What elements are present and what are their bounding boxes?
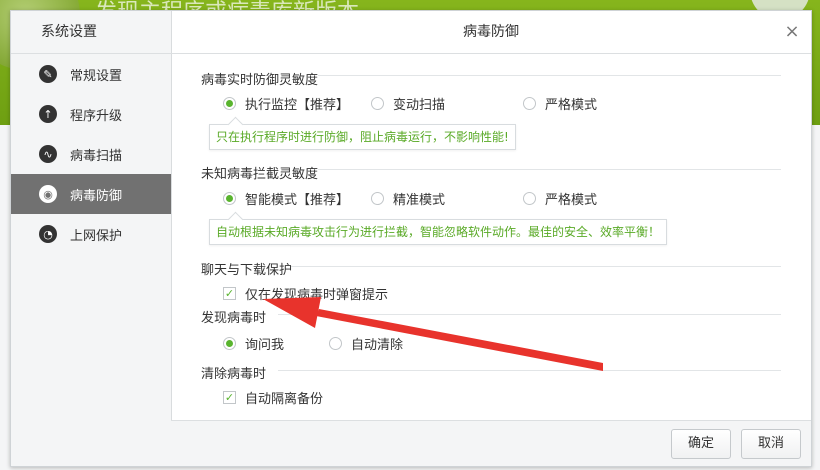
- checkbox-box[interactable]: ✓: [223, 391, 236, 404]
- radio-label: 询问我: [245, 338, 285, 353]
- eye-icon: ◉: [39, 185, 57, 203]
- ok-button[interactable]: 确定: [671, 429, 731, 459]
- checkbox-box[interactable]: ✓: [223, 287, 236, 300]
- sidebar-item-2[interactable]: ∿ 病毒扫描: [11, 134, 171, 174]
- unknown-section-title: 未知病毒拦截灵敏度: [201, 167, 319, 182]
- close-icon[interactable]: ×: [783, 23, 801, 41]
- divider: [318, 169, 781, 170]
- sidebar-item-4[interactable]: ◔ 上网保护: [11, 214, 171, 254]
- unknown-option-2[interactable]: 严格模式: [523, 189, 597, 208]
- realtime-tip: 只在执行程序时进行防御，阻止病毒运行，不影响性能!: [209, 124, 516, 150]
- sidebar-item-0[interactable]: ✎ 常规设置: [11, 54, 171, 94]
- settings-dialog: 系统设置 ✎ 常规设置 ↑ 程序升级 ∿ 病毒扫描 ◉ 病毒防御 ◔ 上网保护 病毒防御 × 病毒…: [10, 10, 812, 467]
- found-option-1[interactable]: 自动清除: [329, 334, 403, 353]
- clean-section-title: 清除病毒时: [201, 367, 267, 382]
- radio-dot[interactable]: [523, 97, 536, 110]
- unknown-tip: 自动根据未知病毒攻击行为进行拦截，智能忽略软件动作。最佳的安全、效率平衡！: [209, 219, 668, 245]
- pulse-icon: ∿: [39, 145, 57, 163]
- divider: [291, 266, 781, 267]
- divider: [318, 75, 781, 76]
- sidebar-item-label: 程序升级: [70, 108, 123, 124]
- sidebar-item-label: 病毒扫描: [70, 148, 123, 164]
- realtime-section-title: 病毒实时防御灵敏度: [201, 73, 319, 88]
- radio-dot[interactable]: [223, 337, 236, 350]
- wrench-icon: ✎: [39, 65, 57, 83]
- page-title: 病毒防御: [171, 11, 811, 54]
- sidebar-item-3[interactable]: ◉ 病毒防御: [11, 174, 171, 214]
- realtime-option-0[interactable]: 执行监控【推荐】: [223, 94, 349, 113]
- realtime-option-1[interactable]: 变动扫描: [371, 94, 445, 113]
- radio-label: 执行监控【推荐】: [245, 98, 350, 113]
- radio-dot[interactable]: [329, 337, 342, 350]
- sidebar-item-label: 上网保护: [70, 228, 123, 244]
- checkbox-label: 仅在发现病毒时弹窗提示: [245, 288, 389, 303]
- divider: [278, 370, 781, 371]
- found-option-0[interactable]: 询问我: [223, 334, 284, 353]
- radio-dot[interactable]: [523, 192, 536, 205]
- unknown-option-1[interactable]: 精准模式: [371, 189, 445, 208]
- radio-label: 精准模式: [393, 193, 446, 208]
- radio-label: 变动扫描: [393, 98, 446, 113]
- sidebar-item-1[interactable]: ↑ 程序升级: [11, 94, 171, 134]
- radio-dot[interactable]: [371, 97, 384, 110]
- dialog-footer: 确定 取消: [171, 420, 811, 466]
- settings-main: 病毒防御 × 病毒实时防御灵敏度 执行监控【推荐】 变动扫描 严格模式 只在执行程序…: [171, 11, 811, 466]
- radio-dot[interactable]: [371, 192, 384, 205]
- auto-backup-checkbox[interactable]: ✓ 自动隔离备份: [223, 388, 323, 407]
- wifi-icon: ◔: [39, 225, 57, 243]
- divider: [278, 314, 781, 315]
- radio-dot[interactable]: [223, 192, 236, 205]
- sidebar-title: 系统设置: [11, 11, 171, 54]
- cancel-button[interactable]: 取消: [741, 429, 801, 459]
- radio-label: 严格模式: [545, 98, 598, 113]
- popup-only-checkbox[interactable]: ✓ 仅在发现病毒时弹窗提示: [223, 284, 388, 303]
- radio-dot[interactable]: [223, 97, 236, 110]
- radio-label: 严格模式: [545, 193, 598, 208]
- sidebar-item-label: 常规设置: [70, 68, 123, 84]
- upload-arrow-icon: ↑: [39, 105, 57, 123]
- radio-label: 自动清除: [351, 338, 404, 353]
- realtime-option-2[interactable]: 严格模式: [523, 94, 597, 113]
- checkbox-label: 自动隔离备份: [245, 392, 324, 407]
- settings-sidebar: 系统设置 ✎ 常规设置 ↑ 程序升级 ∿ 病毒扫描 ◉ 病毒防御 ◔ 上网保护: [11, 11, 172, 466]
- found-section-title: 发现病毒时: [201, 311, 267, 326]
- chat-section-title: 聊天与下载保护: [201, 263, 293, 278]
- unknown-option-0[interactable]: 智能模式【推荐】: [223, 189, 349, 208]
- sidebar-item-label: 病毒防御: [70, 188, 123, 204]
- radio-label: 智能模式【推荐】: [245, 193, 350, 208]
